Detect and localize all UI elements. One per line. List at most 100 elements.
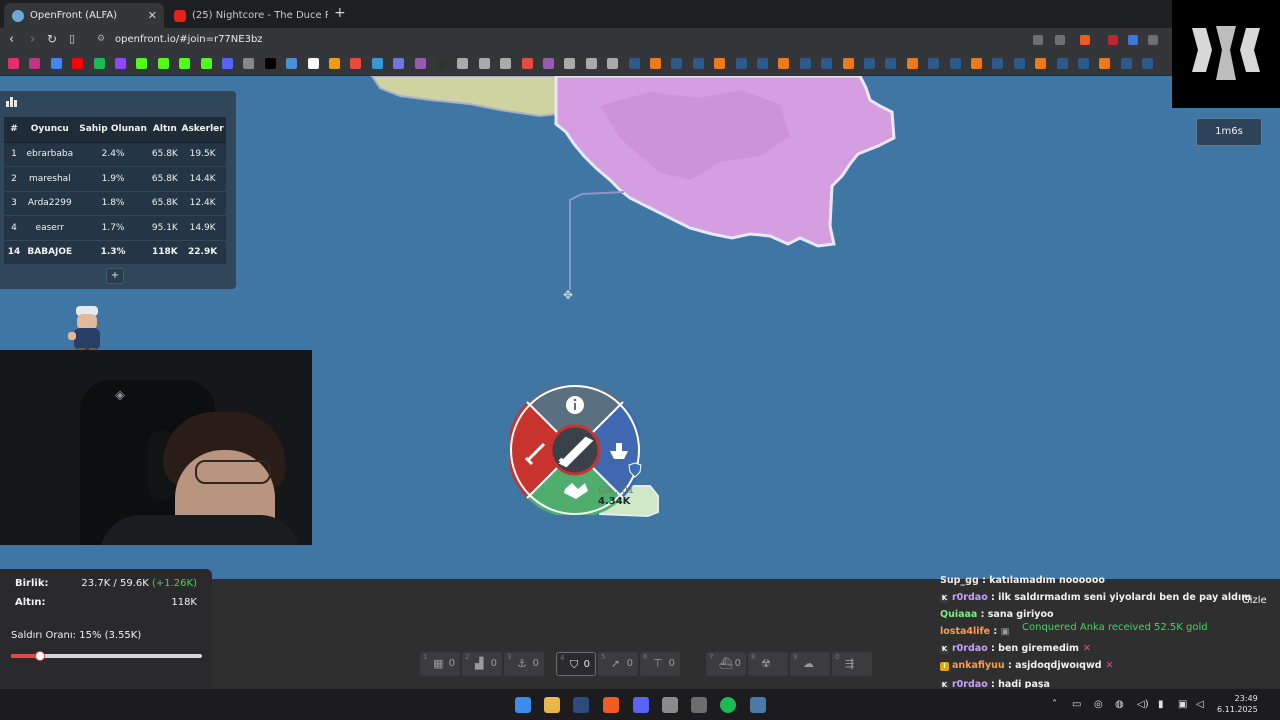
build-slot-factory[interactable]: 2 ▟ 0	[462, 652, 502, 676]
bookmark-icon[interactable]	[650, 58, 661, 69]
volume-icon[interactable]: ◁)	[1137, 699, 1149, 710]
system-clock[interactable]: 23:49 6.11.2025	[1217, 693, 1258, 715]
reload-icon[interactable]: ↻	[47, 32, 57, 46]
build-slot-missile-silo[interactable]: 5 ➚ 0	[598, 652, 638, 676]
speaker-icon[interactable]: ◁	[1196, 699, 1204, 710]
windows-start-icon[interactable]	[515, 697, 531, 713]
share-icon[interactable]	[1055, 35, 1065, 45]
bookmark-icon[interactable]: ▯	[69, 32, 75, 45]
leaderboard-row[interactable]: 1 ebrarbaba 2.4% 65.8K 19.5K	[4, 142, 226, 167]
expand-leaderboard-button[interactable]: +	[106, 268, 124, 284]
bookmark-icon[interactable]	[692, 58, 704, 69]
bookmark-icon[interactable]	[607, 58, 619, 69]
site-info-icon[interactable]: ⚙	[97, 34, 105, 44]
bookmark-icon[interactable]	[821, 58, 833, 69]
leaderboard-icon[interactable]	[6, 97, 18, 107]
bookmark-icon[interactable]	[115, 58, 126, 69]
bookmark-icon[interactable]	[179, 58, 191, 69]
bookmark-icon[interactable]	[906, 58, 918, 69]
bookmark-icon[interactable]	[222, 58, 233, 69]
bookmark-icon[interactable]	[414, 58, 426, 69]
attack-ratio-slider[interactable]	[11, 651, 202, 661]
leaderboard-row[interactable]: 14 BABAJOE 1.3% 118K 22.9K	[4, 240, 226, 265]
spotify-icon[interactable]	[720, 697, 736, 713]
bookmark-icon[interactable]	[521, 58, 533, 69]
build-slot-hydrogen-bomb[interactable]: 9 ☁	[790, 652, 830, 676]
extension-icon[interactable]	[1148, 35, 1158, 45]
bookmark-icon[interactable]	[714, 58, 726, 69]
bookmark-icon[interactable]	[864, 58, 875, 69]
back-icon[interactable]: ‹	[9, 32, 14, 47]
bookmark-icon[interactable]	[93, 58, 105, 69]
bookmark-icon[interactable]	[307, 58, 319, 69]
microphone-icon[interactable]: ▮	[1158, 699, 1164, 710]
tab-openfront[interactable]: OpenFront (ALFA) ✕	[4, 3, 164, 28]
bookmark-icon[interactable]	[350, 58, 362, 69]
bookmark-icon[interactable]	[371, 58, 383, 69]
bookmark-icon[interactable]	[757, 58, 768, 69]
column-header[interactable]: Askerler	[179, 117, 226, 143]
chat-username[interactable]: r0rdao	[952, 643, 988, 654]
bookmark-icon[interactable]	[1056, 58, 1068, 69]
bookmark-icon[interactable]	[543, 58, 554, 69]
brave-icon[interactable]	[603, 697, 619, 713]
build-slot-sam[interactable]: 6 ⊤ 0	[640, 652, 680, 676]
bookmark-icon[interactable]	[585, 58, 597, 69]
bookmark-icon[interactable]	[500, 58, 512, 69]
bookmark-icon[interactable]	[949, 58, 961, 69]
bookmark-icon[interactable]	[564, 58, 576, 69]
bookmark-icon[interactable]	[1078, 58, 1089, 69]
bookmark-icon[interactable]	[1142, 58, 1154, 69]
address-bar[interactable]: openfront.io/#join=r77NE3bz	[115, 34, 263, 45]
bookmark-icon[interactable]	[286, 58, 298, 69]
bookmark-icon[interactable]	[842, 58, 854, 69]
bookmark-icon[interactable]	[735, 58, 747, 69]
bookmark-icon[interactable]	[72, 58, 84, 69]
bookmark-icon[interactable]	[1120, 58, 1132, 69]
build-slot-city[interactable]: 1 ▦ 0	[420, 652, 460, 676]
chat-username[interactable]: losta4life	[940, 626, 990, 637]
chat-username[interactable]: ankafiyuu	[952, 660, 1005, 671]
battery-icon[interactable]: ▭	[1072, 699, 1081, 710]
column-header[interactable]: Sahip Olunan	[75, 117, 151, 143]
bookmark-icon[interactable]	[799, 58, 811, 69]
hide-button[interactable]: Gizle	[1242, 595, 1267, 606]
slider-thumb[interactable]	[34, 651, 45, 661]
battlenet-icon[interactable]	[750, 697, 766, 713]
app-icon[interactable]	[662, 697, 678, 713]
bookmark-icon[interactable]	[136, 58, 148, 69]
column-header[interactable]: Oyuncu	[24, 117, 76, 143]
tab-youtube[interactable]: (25) Nightcore - The Duce Puts On H	[166, 3, 328, 28]
bookmark-icon[interactable]	[393, 58, 405, 69]
bookmark-icon[interactable]	[157, 58, 169, 69]
bookmark-icon[interactable]	[329, 58, 340, 69]
bookmark-icon[interactable]	[885, 58, 897, 69]
build-slot-defense[interactable]: 4 ⛉ 0	[556, 652, 596, 676]
leaderboard-row[interactable]: 3 Arda2299 1.8% 65.8K 12.4K	[4, 191, 226, 216]
bookmark-icon[interactable]	[928, 58, 940, 69]
bookmark-icon[interactable]	[1099, 58, 1111, 69]
bookmark-icon[interactable]	[8, 58, 19, 69]
bookmark-icon[interactable]	[971, 58, 982, 69]
steam-tray-icon[interactable]: ◍	[1115, 699, 1124, 710]
forward-icon[interactable]: ›	[30, 32, 35, 47]
obs-icon[interactable]	[691, 697, 707, 713]
chevron-up-icon[interactable]: ˄	[1052, 699, 1057, 710]
column-header[interactable]: Altın	[150, 117, 180, 143]
bookmark-icon[interactable]	[50, 58, 62, 69]
bookmark-icon[interactable]	[436, 58, 447, 69]
chat-username[interactable]: Sup_gg	[940, 575, 979, 586]
chat-username[interactable]: Quiaaa	[940, 609, 977, 620]
leaderboard-row[interactable]: 4 easerr 1.7% 95.1K 14.9K	[4, 215, 226, 241]
brave-shield-icon[interactable]	[1080, 35, 1090, 45]
file-explorer-icon[interactable]	[544, 697, 560, 713]
extension-icon[interactable]	[1128, 35, 1138, 45]
steam-icon[interactable]	[573, 697, 589, 713]
bookmark-icon[interactable]	[200, 58, 212, 69]
new-tab-button[interactable]: +	[334, 5, 346, 21]
leaderboard-row[interactable]: 2 mareshal 1.9% 65.8K 14.4K	[4, 166, 226, 192]
chat-username[interactable]: r0rdao	[952, 592, 988, 603]
screen-cast-icon[interactable]	[1033, 35, 1043, 45]
discord-icon[interactable]	[633, 697, 649, 713]
bookmark-icon[interactable]	[478, 58, 490, 69]
